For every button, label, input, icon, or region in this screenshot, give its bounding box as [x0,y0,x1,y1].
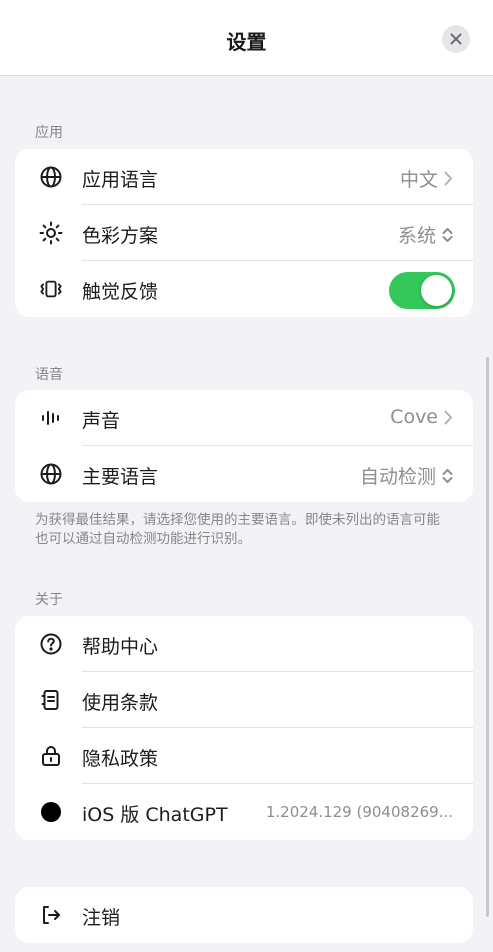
terms-row[interactable]: 使用条款 [15,672,473,728]
chevron-up-down-icon [442,227,453,242]
globe-icon [39,462,63,486]
app-language-value-wrap: 中文 [400,165,453,192]
haptics-row: 触觉反馈 [15,261,473,317]
help-center-row[interactable]: 帮助中心 [15,616,473,672]
voice-label: 声音 [82,410,121,432]
logout-label: 注销 [82,907,121,929]
color-scheme-label: 色彩方案 [82,225,159,247]
terms-label: 使用条款 [82,692,159,714]
privacy-row[interactable]: 隐私政策 [15,728,473,784]
voice-row[interactable]: 声音 Cove [15,390,473,446]
speech-settings-group: 声音 Cove 主要语言 自动检测 [15,390,473,502]
chatgpt-logo-icon [39,800,63,824]
voice-value: Cove [390,406,438,428]
app-settings-group: 应用语言 中文 色彩方案 系统 触觉反馈 [15,149,473,317]
version-value: 1.2024.129 (90408269... [265,803,453,821]
toggle-knob [421,275,452,306]
waveform-icon [39,406,63,430]
version-row: iOS 版 ChatGPT 1.2024.129 (90408269... [15,784,473,840]
haptics-toggle[interactable] [389,272,455,309]
section-label-speech: 语音 [35,367,63,383]
globe-icon [39,165,63,189]
app-language-label: 应用语言 [82,169,159,191]
main-language-row[interactable]: 主要语言 自动检测 [15,446,473,502]
lock-icon [39,744,63,768]
account-group: 注销 [15,887,473,943]
page-title: 设置 [226,30,267,54]
logout-row[interactable]: 注销 [15,887,473,943]
close-button[interactable] [442,25,470,53]
logout-icon [39,903,63,927]
chevron-up-down-icon [442,468,453,483]
color-scheme-value: 系统 [397,225,436,247]
section-label-app: 应用 [35,125,63,141]
chevron-right-icon [444,410,452,424]
chevron-right-icon [444,171,452,186]
color-scheme-value-wrap: 系统 [398,221,453,248]
voice-value-wrap: Cove [390,406,453,428]
app-language-value: 中文 [399,169,438,191]
haptics-label: 触觉反馈 [82,281,159,303]
version-label: iOS 版 ChatGPT [82,804,228,826]
settings-header: 设置 [0,0,493,76]
main-language-value-wrap: 自动检测 [360,462,453,489]
section-label-about: 关于 [35,592,63,608]
help-center-label: 帮助中心 [82,636,159,658]
main-language-value: 自动检测 [359,466,436,488]
close-icon [450,33,462,45]
privacy-label: 隐私政策 [82,748,159,770]
scrollbar[interactable] [486,357,489,917]
about-group: 帮助中心 使用条款 隐私政策 iOS 版 ChatGPT 1.2024.129 … [15,616,473,840]
main-language-label: 主要语言 [82,466,159,488]
vibration-icon [39,277,63,301]
document-icon [39,688,63,712]
speech-footnote: 为获得最佳结果，请选择您使用的主要语言。即使未列出的语言可能也可以通过自动检测功… [35,512,440,547]
question-circle-icon [39,632,63,656]
color-scheme-row[interactable]: 色彩方案 系统 [15,205,473,261]
app-language-row[interactable]: 应用语言 中文 [15,149,473,205]
sun-icon [39,221,63,245]
